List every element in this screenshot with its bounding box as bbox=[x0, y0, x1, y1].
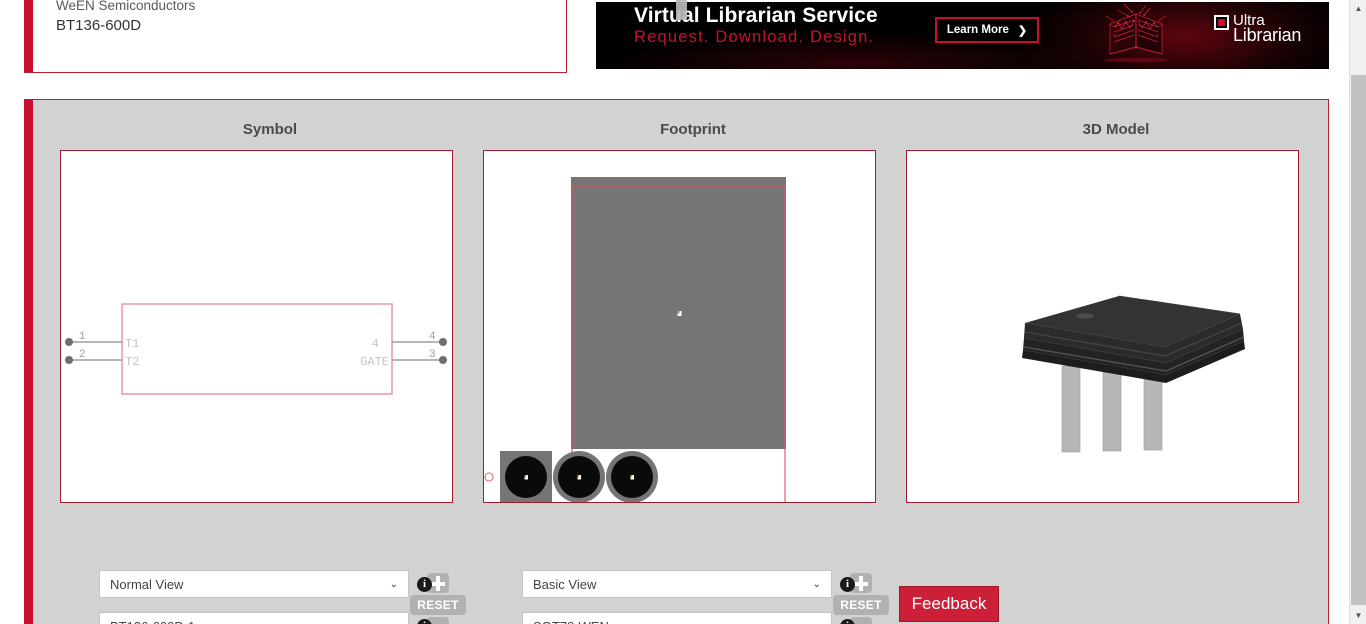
scroll-down-arrow-icon[interactable]: ▼ bbox=[1350, 607, 1366, 624]
preview-panels: Symbol 1 T1 2 T2 4 4 3 GATE RESET Footpr… bbox=[24, 100, 1328, 624]
model3d-drawing bbox=[1022, 295, 1245, 453]
footprint-name-value: SOT78-WEN bbox=[533, 619, 609, 624]
panel-3d-model: 3D Model bbox=[906, 100, 1326, 138]
logo-line-librarian: Librarian bbox=[1233, 25, 1302, 45]
model3d-viewport[interactable] bbox=[906, 150, 1299, 503]
symbol-view-select[interactable]: Normal View ⌄ bbox=[99, 570, 409, 598]
symbol-view-row: Normal View ⌄ i bbox=[99, 570, 432, 598]
scrollbar-thumb[interactable] bbox=[1351, 75, 1366, 605]
svg-text:T2: T2 bbox=[125, 355, 139, 369]
symbol-drawing: 1 T1 2 T2 4 4 3 GATE bbox=[65, 303, 447, 395]
symbol-name-info-icon[interactable]: i bbox=[417, 618, 432, 624]
mouse-text-cursor bbox=[676, 0, 687, 20]
svg-text:3: 3 bbox=[429, 349, 436, 361]
symbol-name-select[interactable]: BT136-600D-1 ⌄ bbox=[99, 612, 409, 624]
feedback-button[interactable]: Feedback bbox=[899, 586, 999, 622]
chevron-down-icon: ⌄ bbox=[390, 621, 398, 624]
card-accent-bar bbox=[24, 0, 33, 72]
advertisement-banner[interactable]: Virtual Librarian Service Request. Downl… bbox=[596, 2, 1329, 69]
learn-more-label: Learn More bbox=[946, 24, 1009, 36]
chevron-down-icon: ⌄ bbox=[389, 578, 398, 590]
scroll-up-arrow-icon[interactable]: ▲ bbox=[1350, 0, 1366, 17]
footprint-view-value: Basic View bbox=[533, 576, 597, 592]
learn-more-button[interactable]: Learn More ❯ bbox=[935, 17, 1039, 43]
footprint-panel-title: Footprint bbox=[660, 121, 726, 138]
page-root: WeEN Semiconductors BT136-600D Virtual L… bbox=[0, 0, 1366, 624]
panel-footprint: Footprint bbox=[483, 100, 903, 138]
model3d-panel-title: 3D Model bbox=[1082, 121, 1150, 138]
ultra-librarian-logo: Ultra Librarian bbox=[1214, 13, 1302, 45]
footprint-controls: Basic View ⌄ i SOT78-WEN ⌄ i bbox=[522, 570, 855, 624]
footprint-drawing bbox=[484, 177, 786, 502]
banner-title: Virtual Librarian Service bbox=[634, 4, 878, 27]
svg-text:2: 2 bbox=[79, 349, 86, 361]
logo-text: Ultra Librarian bbox=[1233, 13, 1302, 45]
symbol-name-value: BT136-600D-1 bbox=[110, 619, 195, 624]
chevron-right-icon: ❯ bbox=[1017, 24, 1028, 37]
part-number: BT136-600D bbox=[56, 17, 142, 34]
svg-text:GATE: GATE bbox=[360, 355, 389, 369]
part-info-text: WeEN Semiconductors BT136-600D bbox=[56, 0, 195, 35]
svg-text:1: 1 bbox=[79, 331, 86, 343]
symbol-viewport[interactable]: 1 T1 2 T2 4 4 3 GATE bbox=[60, 150, 453, 503]
footprint-viewport[interactable] bbox=[483, 150, 876, 503]
chevron-down-icon: ⌄ bbox=[813, 621, 821, 624]
footprint-view-row: Basic View ⌄ i bbox=[522, 570, 855, 598]
panel-symbol: Symbol bbox=[60, 100, 480, 138]
footprint-view-info-icon[interactable]: i bbox=[840, 576, 855, 592]
symbol-view-value: Normal View bbox=[110, 576, 184, 592]
banner-subtitle: Request. Download. Design. bbox=[634, 28, 875, 46]
svg-text:4: 4 bbox=[429, 331, 436, 343]
page-scrollbar[interactable]: ▲ ▼ bbox=[1349, 0, 1366, 624]
svg-text:T1: T1 bbox=[125, 337, 139, 351]
svg-text:4: 4 bbox=[372, 337, 379, 351]
symbol-name-row: BT136-600D-1 ⌄ i bbox=[99, 612, 432, 624]
symbol-panel-title: Symbol bbox=[242, 121, 298, 138]
book-icon bbox=[1104, 3, 1168, 63]
footprint-name-select[interactable]: SOT78-WEN ⌄ bbox=[522, 612, 832, 624]
symbol-view-info-icon[interactable]: i bbox=[417, 576, 432, 592]
chevron-down-icon: ⌄ bbox=[812, 578, 821, 590]
chip-icon bbox=[1214, 15, 1229, 30]
footprint-name-info-icon[interactable]: i bbox=[840, 618, 855, 624]
preview-card: Symbol 1 T1 2 T2 4 4 3 GATE RESET Footpr… bbox=[24, 99, 1329, 624]
footprint-view-select[interactable]: Basic View ⌄ bbox=[522, 570, 832, 598]
part-manufacturer: WeEN Semiconductors bbox=[56, 0, 196, 13]
footprint-name-row: SOT78-WEN ⌄ i bbox=[522, 612, 855, 624]
symbol-controls: Normal View ⌄ i BT136-600D-1 ⌄ i bbox=[99, 570, 432, 624]
part-info-card: WeEN Semiconductors BT136-600D bbox=[24, 0, 567, 73]
